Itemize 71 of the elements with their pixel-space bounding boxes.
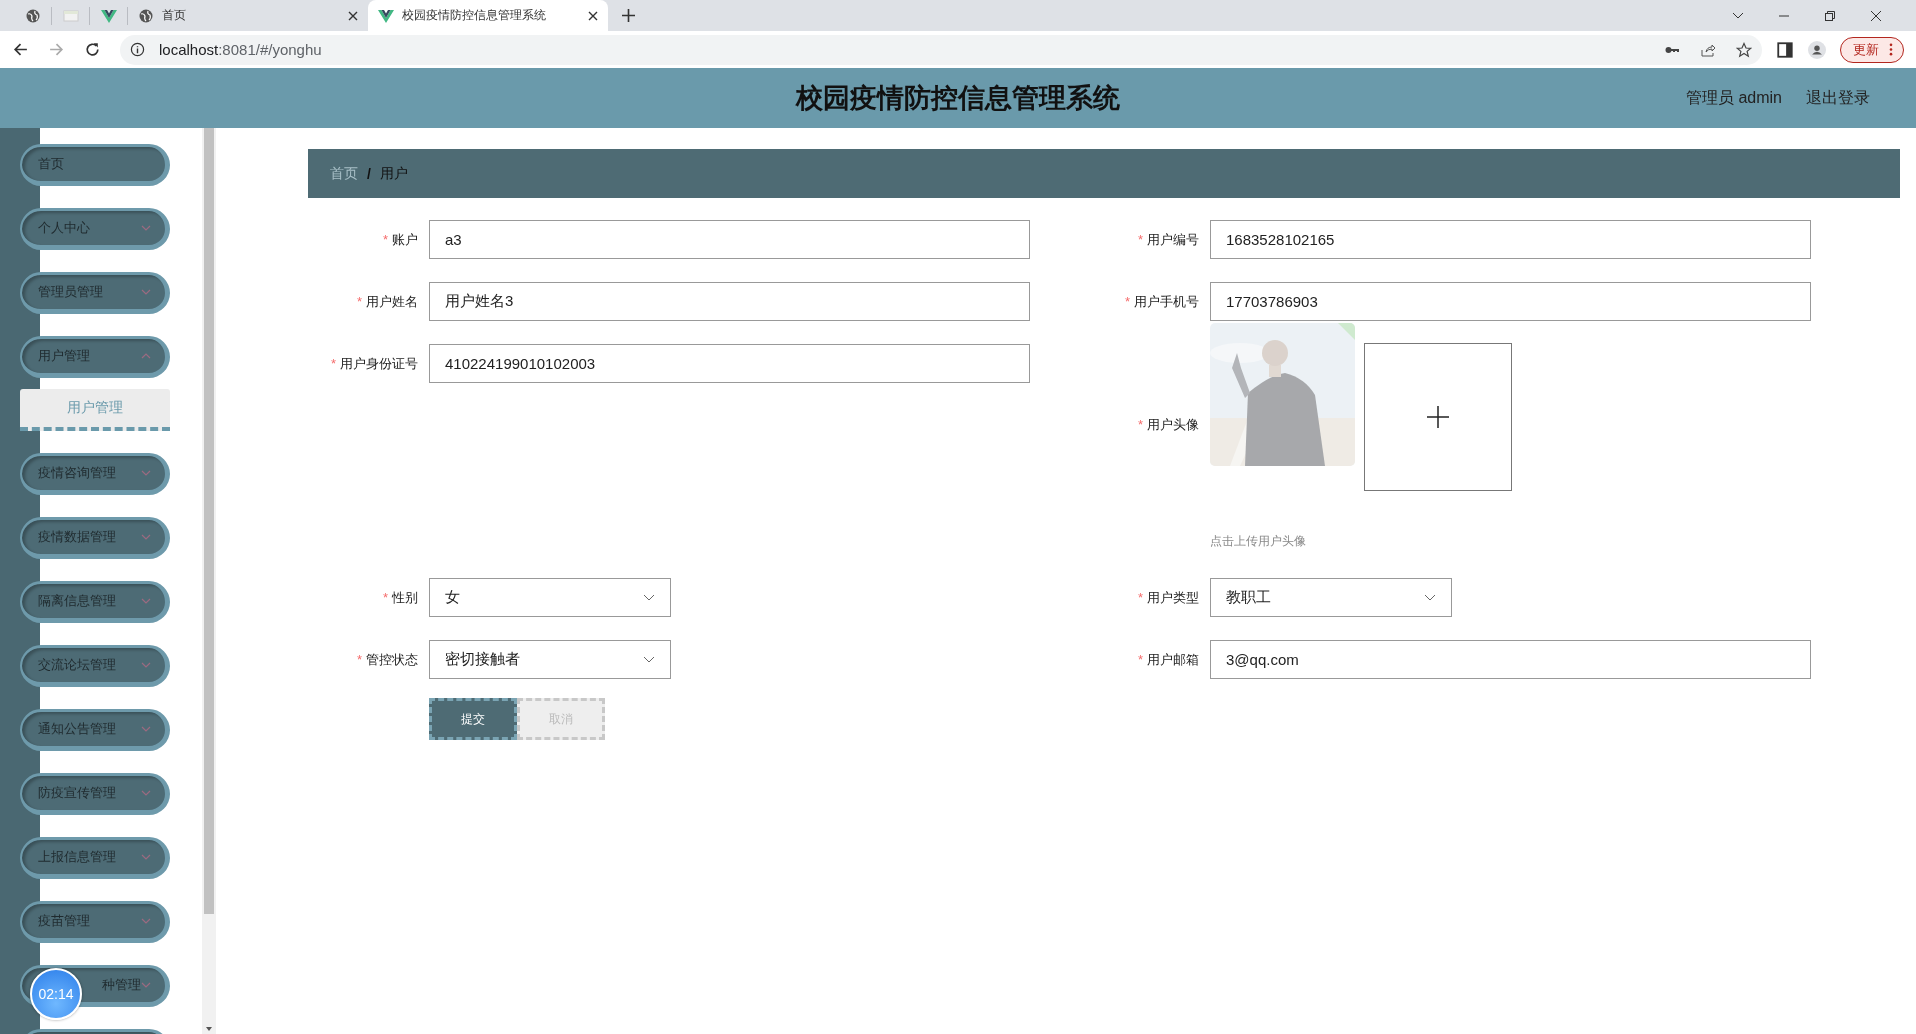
upload-box[interactable] — [1364, 343, 1512, 491]
menu-item[interactable]: 防疫宣传管理 — [20, 773, 170, 815]
v-logo-icon — [100, 7, 117, 24]
globe-icon — [138, 7, 154, 24]
field-label: * 性别 — [381, 588, 418, 607]
address-field[interactable]: localhost:8081/#/yonghu — [120, 34, 1762, 65]
field-label: * 用户编号 — [1136, 230, 1199, 249]
field-label: * 用户类型 — [1136, 588, 1199, 607]
menu-item[interactable]: 个人中心 — [20, 208, 170, 250]
v-logo-icon — [378, 7, 394, 24]
submenu-item[interactable]: 用户管理 — [20, 389, 170, 431]
timer-badge: 02:14 — [30, 968, 82, 1020]
select-field[interactable]: 教职工 — [1210, 578, 1452, 617]
menu-item[interactable]: 通知公告管理 — [20, 709, 170, 751]
field-label: * 用户头像 — [1136, 416, 1199, 434]
scrollbar[interactable] — [202, 128, 216, 1034]
info-icon[interactable] — [130, 42, 145, 57]
close-icon[interactable] — [1870, 9, 1882, 22]
input-field[interactable]: 用户姓名3 — [429, 282, 1030, 321]
menu-item[interactable]: 疫苗管理 — [20, 901, 170, 943]
menu-item[interactable]: 疫情咨询管理 — [20, 453, 170, 495]
input-field[interactable]: 410224199010102003 — [429, 344, 1030, 383]
scroll-down-icon[interactable] — [205, 1026, 213, 1032]
user-label: 管理员 admin — [1685, 87, 1782, 108]
logout-link[interactable]: 退出登录 — [1806, 87, 1870, 109]
menu-item[interactable]: 隔离信息管理 — [20, 581, 170, 623]
menu-item[interactable]: 疫情数据管理 — [20, 517, 170, 559]
breadcrumb-item[interactable]: 用户 — [379, 164, 408, 183]
breadcrumb-item[interactable]: 首页 — [330, 164, 358, 183]
field-label: * 用户邮箱 — [1136, 650, 1199, 669]
new-tab-icon[interactable] — [622, 9, 635, 22]
select-field[interactable]: 女 — [429, 578, 671, 617]
breadcrumb-separator: / — [367, 165, 371, 182]
input-field[interactable]: 17703786903 — [1210, 282, 1811, 321]
field-label: * 用户姓名 — [355, 292, 418, 311]
field-label: * 账户 — [381, 230, 418, 249]
menu-item[interactable]: 首页 — [20, 144, 170, 186]
menu-item[interactable]: 上报信息管理 — [20, 837, 170, 879]
close-icon[interactable] — [588, 10, 598, 21]
restore-icon[interactable] — [1824, 9, 1836, 22]
submit-button[interactable]: 提交 — [429, 698, 517, 740]
star-icon[interactable] — [1736, 41, 1752, 58]
field-label: * 用户身份证号 — [329, 354, 418, 373]
chevron-down-icon — [643, 656, 655, 663]
menu-item[interactable]: 管理员管理 — [20, 272, 170, 314]
globe-icon — [24, 7, 41, 24]
input-field[interactable]: a3 — [429, 220, 1030, 259]
profile-icon[interactable] — [1808, 40, 1826, 59]
update-button[interactable]: 更新 — [1840, 36, 1904, 63]
menu-item[interactable]: 用户管理 — [20, 336, 170, 378]
menu-item[interactable]: 交流论坛管理 — [20, 645, 170, 687]
field-label: * 管控状态 — [355, 650, 418, 669]
side-panel-icon[interactable] — [1776, 40, 1794, 59]
site-title: 校园疫情防控信息管理系统 — [796, 82, 1120, 115]
field-label: * 用户手机号 — [1123, 292, 1199, 311]
back-icon[interactable] — [12, 41, 29, 58]
tab-title: 校园疫情防控信息管理系统 — [402, 7, 547, 24]
page-icon — [62, 7, 79, 24]
tab-title: 首页 — [162, 7, 187, 24]
more-icon[interactable] — [1889, 43, 1893, 56]
chevron-down-icon — [643, 594, 655, 601]
input-field[interactable]: 3@qq.com — [1210, 640, 1811, 679]
plus-icon — [1426, 405, 1450, 429]
browser-tab[interactable]: 首页 — [128, 0, 368, 31]
upload-hint: 点击上传用户头像 — [1210, 533, 1307, 550]
browser-tab[interactable]: 校园疫情防控信息管理系统 — [368, 0, 608, 31]
input-field[interactable]: 1683528102165 — [1210, 220, 1811, 259]
reload-icon[interactable] — [84, 41, 101, 58]
select-field[interactable]: 密切接触者 — [429, 640, 671, 679]
close-icon[interactable] — [348, 10, 358, 21]
chevron-down-icon — [1424, 594, 1436, 601]
